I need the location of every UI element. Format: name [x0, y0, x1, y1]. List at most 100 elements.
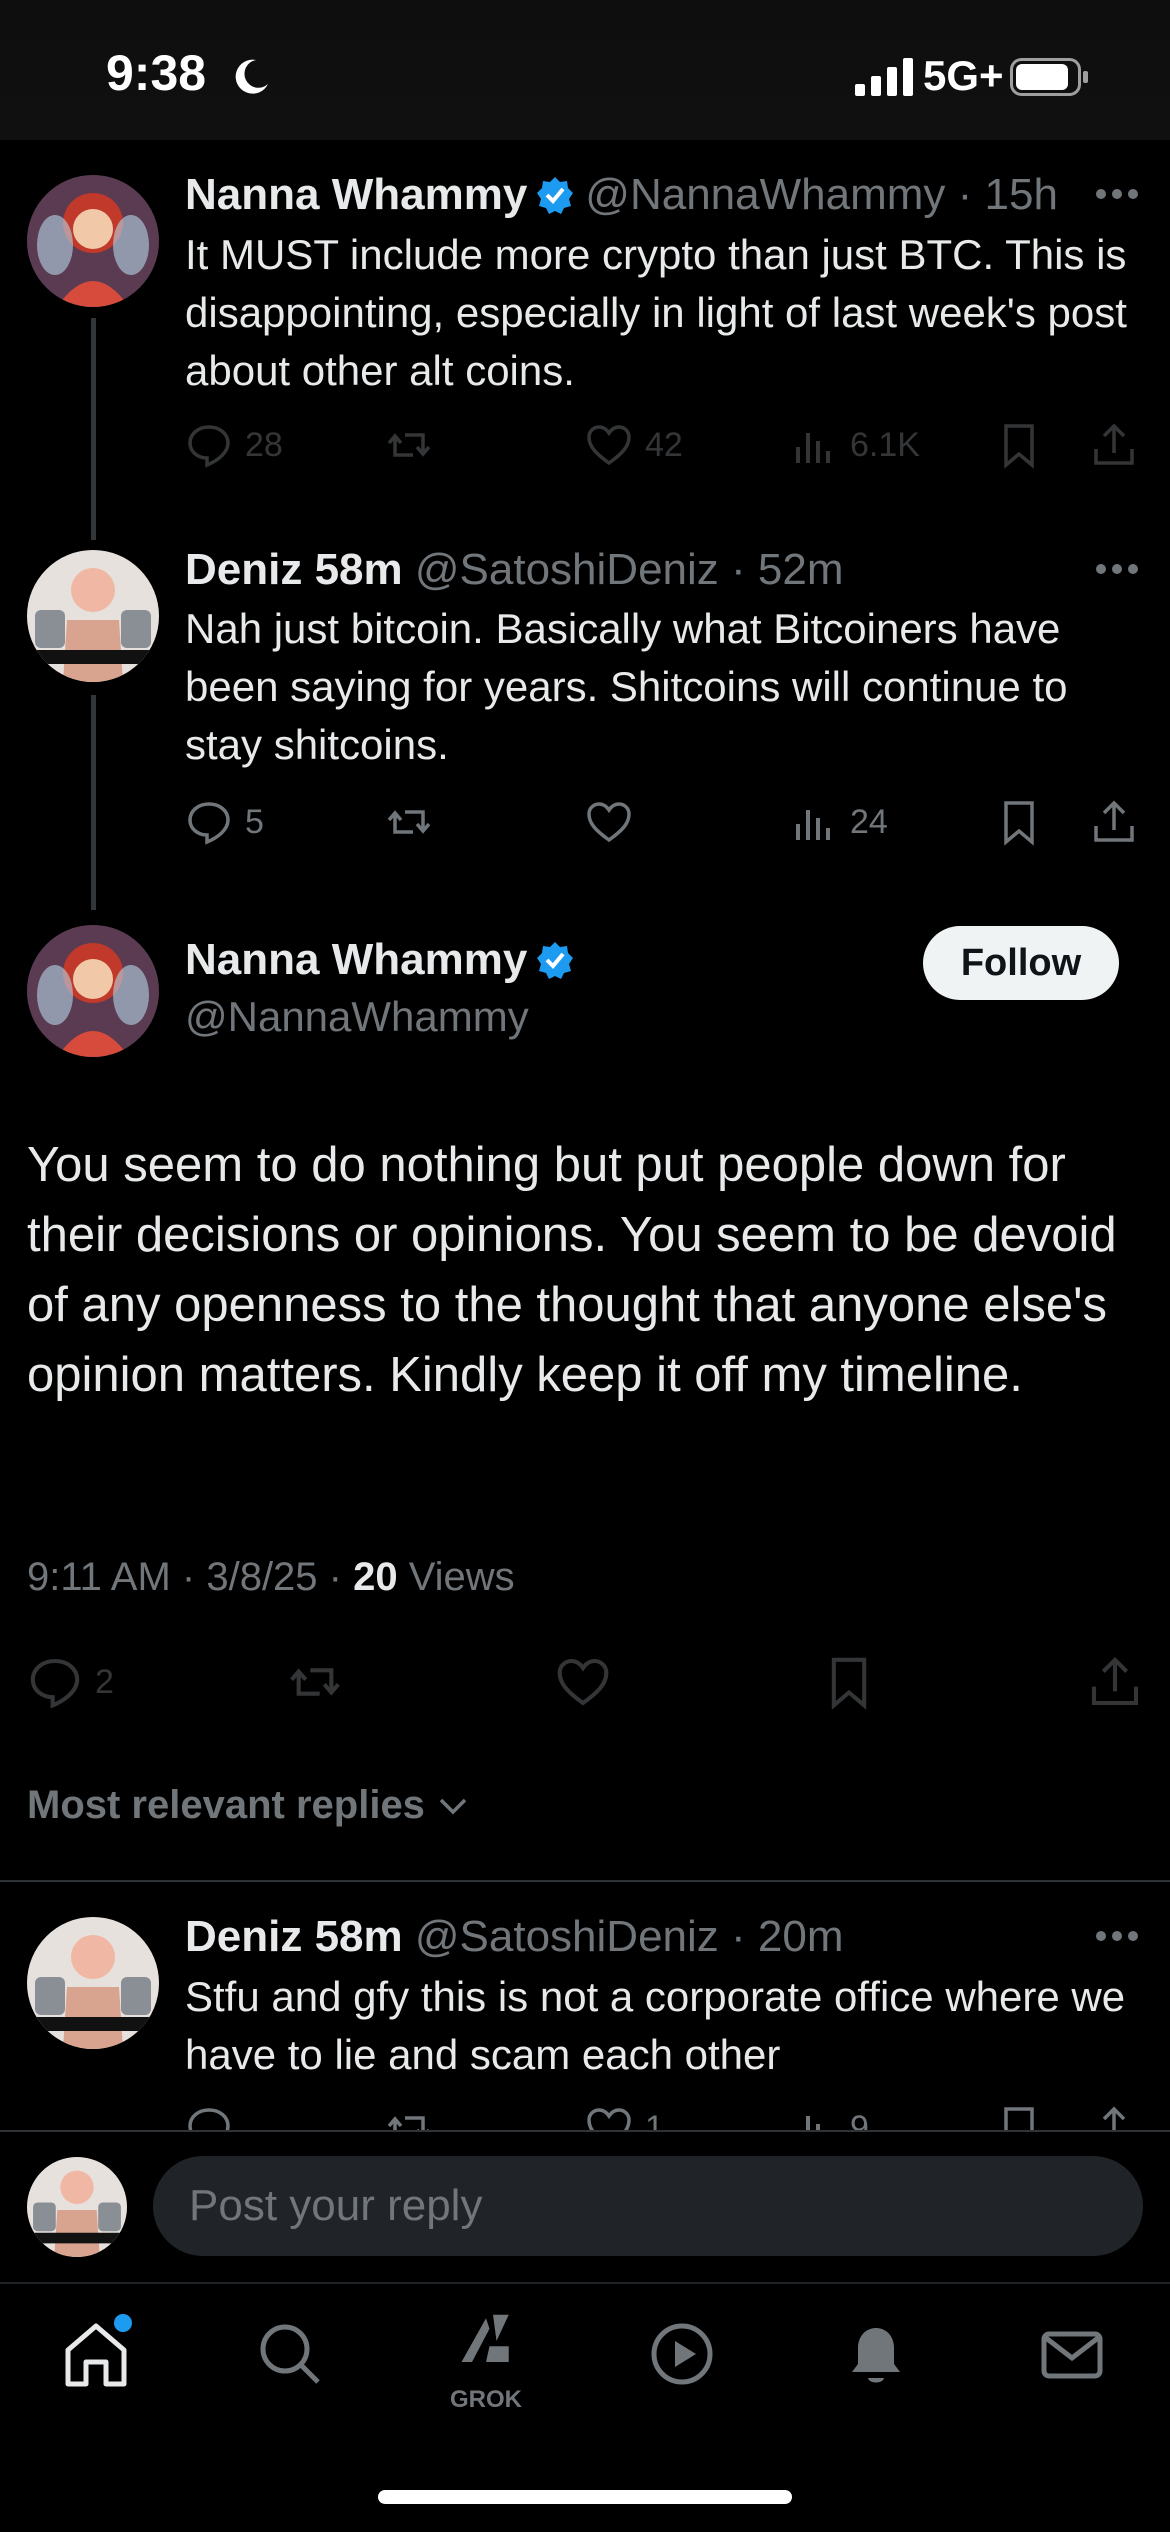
thread-connector [91, 318, 96, 540]
tweet-text: Nah just bitcoin. Basically what Bitcoin… [185, 605, 1068, 768]
tab-notifications[interactable] [836, 2314, 916, 2394]
reply-button[interactable]: 28 [185, 415, 283, 475]
fairy-avatar-image [27, 175, 159, 307]
battery-icon [1010, 58, 1088, 96]
tab-search[interactable] [250, 2314, 330, 2394]
author-handle[interactable]: @SatoshiDeniz [415, 545, 719, 594]
avatar[interactable] [27, 1917, 159, 2049]
main-tweet-text: You seem to do nothing but put people do… [27, 1138, 1117, 1402]
like-button[interactable]: 42 [585, 415, 683, 475]
bookmark-icon [831, 1657, 867, 1710]
share-button[interactable] [1090, 415, 1138, 475]
reply-icon [188, 2108, 230, 2132]
bitcoin-avatar-image [27, 1917, 159, 2049]
tweet-text: Stfu and gfy this is not a corporate off… [185, 1973, 1126, 2078]
share-icon [1091, 1656, 1139, 1706]
tab-grok[interactable]: GROK [446, 2306, 526, 2413]
search-icon [260, 2324, 320, 2384]
repost-button[interactable] [287, 1652, 343, 1712]
author-handle[interactable]: @NannaWhammy [185, 993, 529, 1041]
views-count: 20 [353, 1555, 398, 1599]
replies-sort-dropdown[interactable]: Most relevant replies [27, 1783, 471, 1828]
grok-label: GROK [450, 2386, 522, 2413]
bitcoin-avatar-image [27, 550, 159, 682]
share-button[interactable] [1090, 792, 1138, 852]
status-bar: 9:38 5G+ [0, 0, 1170, 140]
main-tweet-actions: 2 [27, 1652, 1147, 1716]
repost-button[interactable] [385, 792, 433, 852]
thread-connector [91, 695, 96, 910]
signal-icon [855, 58, 913, 96]
bookmark-button[interactable] [995, 415, 1043, 475]
author-handle[interactable]: @NannaWhammy [585, 170, 945, 219]
home-indicator [378, 2490, 792, 2504]
bookmark-icon [1004, 2107, 1034, 2132]
tab-messages[interactable] [1032, 2314, 1112, 2394]
play-icon [651, 2323, 713, 2385]
bell-icon [852, 2328, 900, 2383]
follow-button[interactable]: Follow [923, 926, 1119, 1000]
status-time: 9:38 [106, 45, 207, 101]
reply-button[interactable]: 2 [27, 1652, 114, 1712]
reply-input[interactable]: Post your reply [153, 2156, 1143, 2256]
author-name[interactable]: Nanna Whammy [185, 935, 527, 984]
views-button[interactable]: 9 [790, 2098, 869, 2132]
tweet-actions: 1 9 [185, 2098, 1145, 2132]
bookmark-icon [1004, 801, 1034, 846]
bookmark-button[interactable] [995, 792, 1043, 852]
more-options-icon[interactable] [1094, 187, 1140, 201]
chevron-down-icon [439, 1798, 467, 1814]
views-count: 9 [850, 2108, 869, 2133]
repost-button[interactable] [385, 2098, 433, 2132]
tweet-header: Deniz 58m @SatoshiDeniz · 20m [185, 1912, 844, 1962]
repost-icon [387, 2116, 431, 2132]
author-name[interactable]: Nanna Whammy [185, 170, 527, 219]
verified-badge-icon [537, 177, 574, 214]
share-button[interactable] [1087, 1652, 1143, 1712]
author-name[interactable]: Deniz 58m [185, 1912, 403, 1961]
avatar[interactable] [27, 925, 159, 1057]
views-button[interactable]: 6.1K [790, 415, 920, 475]
reply-button[interactable] [185, 2098, 233, 2132]
reply-icon [188, 802, 230, 845]
views-button[interactable]: 24 [790, 792, 888, 852]
tweet-text: It MUST include more crypto than just BT… [185, 231, 1127, 394]
avatar[interactable] [27, 175, 159, 307]
views-label: Views [397, 1555, 515, 1599]
repost-button[interactable] [385, 415, 433, 475]
bookmark-icon [1004, 424, 1034, 469]
sort-label: Most relevant replies [27, 1783, 425, 1827]
like-button[interactable] [585, 792, 633, 852]
reply-composer: Post your reply [0, 2130, 1170, 2280]
analytics-icon [796, 433, 830, 463]
avatar[interactable] [27, 550, 159, 682]
reply-button[interactable]: 5 [185, 792, 264, 852]
notification-dot [114, 2314, 132, 2332]
share-icon [1094, 423, 1134, 465]
bookmark-button[interactable] [995, 2098, 1043, 2132]
like-count: 1 [645, 2108, 664, 2133]
like-button[interactable] [555, 1652, 611, 1712]
heart-icon [587, 2108, 631, 2132]
fairy-avatar-image [27, 925, 159, 1057]
mail-icon [1041, 2331, 1103, 2379]
repost-icon [387, 810, 431, 834]
more-options-icon[interactable] [1094, 1929, 1140, 1943]
bookmark-button[interactable] [821, 1652, 877, 1712]
reply-count: 5 [245, 802, 264, 841]
tab-video[interactable] [642, 2314, 722, 2394]
tab-home[interactable] [56, 2314, 136, 2394]
timestamp: 9:11 AM · 3/8/25 · [27, 1555, 354, 1599]
share-button[interactable] [1090, 2098, 1138, 2132]
tweet-actions: 5 24 [185, 792, 1145, 852]
like-button[interactable]: 1 [585, 2098, 664, 2132]
moon-icon [235, 59, 268, 94]
post-time: 20m [757, 1912, 844, 1961]
post-time: 15h [984, 170, 1058, 219]
author-handle[interactable]: @SatoshiDeniz [415, 1912, 719, 1961]
main-author-name: Nanna Whammy [185, 935, 585, 985]
analytics-icon [796, 2116, 820, 2132]
reply-icon [30, 1658, 80, 1709]
author-name[interactable]: Deniz 58m [185, 545, 403, 594]
more-options-icon[interactable] [1094, 562, 1140, 576]
